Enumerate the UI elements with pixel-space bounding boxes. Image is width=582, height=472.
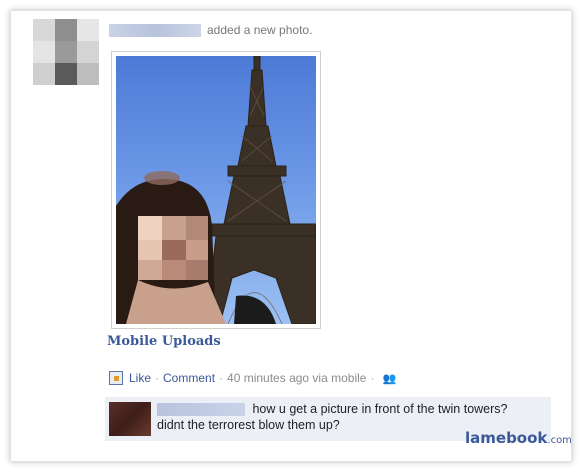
- story-actions-bar: Like · Comment · 40 minutes ago via mobi…: [109, 371, 396, 385]
- friends-icon[interactable]: 👥: [382, 372, 396, 385]
- comment-line-1: how u get a picture in front of the twin…: [252, 402, 508, 416]
- commenter-avatar[interactable]: [109, 402, 151, 436]
- story-action-text: added a new photo.: [207, 23, 313, 37]
- like-thumb-icon: [109, 371, 123, 385]
- watermark-brand: lamebook: [465, 429, 548, 447]
- author-avatar[interactable]: [33, 19, 99, 85]
- like-link[interactable]: Like: [129, 371, 151, 385]
- story-timestamp[interactable]: 40 minutes ago via mobile: [227, 371, 366, 385]
- comment-body: how u get a picture in front of the twin…: [157, 397, 507, 441]
- photo-illustration: [116, 56, 316, 324]
- separator-dot: ·: [370, 371, 375, 385]
- comment-line-2: didnt the terrorest blow them up?: [157, 418, 340, 432]
- watermark-tld: .com: [547, 435, 572, 446]
- separator-dot: ·: [219, 371, 224, 385]
- story-header: added a new photo.: [109, 23, 312, 37]
- photo-frame[interactable]: [111, 51, 321, 329]
- author-name-redacted[interactable]: [109, 23, 201, 37]
- feed-story-card: added a new photo. Mobile Uploads Like ·…: [10, 10, 572, 462]
- separator-dot: ·: [155, 371, 160, 385]
- comment-link[interactable]: Comment: [163, 371, 215, 385]
- commenter-name-redacted[interactable]: [157, 403, 245, 417]
- eiffel-tower-photo[interactable]: [116, 56, 316, 324]
- lamebook-watermark: lamebook.com: [465, 429, 572, 447]
- album-link-mobile-uploads[interactable]: Mobile Uploads: [107, 334, 221, 349]
